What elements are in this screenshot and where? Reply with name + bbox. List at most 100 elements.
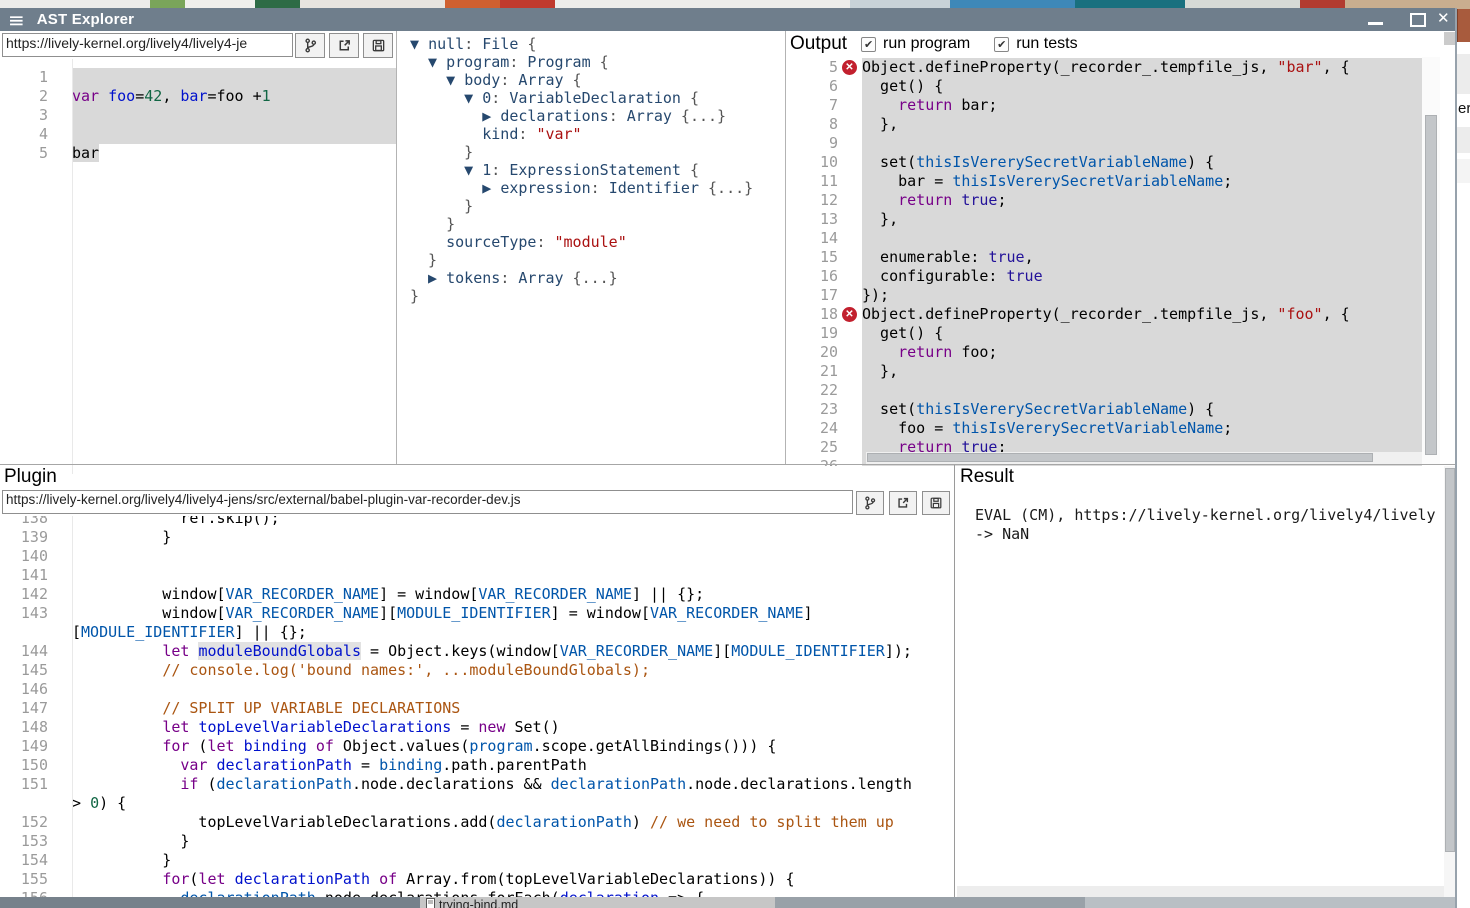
code-row: 141: [0, 566, 954, 585]
run-tests-checkbox[interactable]: [994, 37, 1009, 52]
code-row: 154 }: [0, 851, 954, 870]
gutter-spacer: [838, 153, 862, 172]
line-number: 1: [0, 68, 48, 87]
gutter-spacer: [838, 248, 862, 267]
plugin-url-input[interactable]: https://lively-kernel.org/lively4/lively…: [2, 490, 853, 514]
code-row: ▶ tokens: Array {...}: [410, 269, 785, 287]
run-program-checkbox[interactable]: [861, 37, 876, 52]
plugin-version-graph-button[interactable]: [856, 491, 884, 515]
line-number: 16: [786, 267, 838, 286]
source-version-graph-button[interactable]: [295, 33, 325, 58]
gutter-spacer: [838, 400, 862, 419]
code-row: }: [410, 197, 785, 215]
code-row: 12 return true;: [786, 191, 1422, 210]
line-number: 144: [0, 642, 48, 661]
result-vertical-scrollbar-thumb[interactable]: [1445, 468, 1455, 852]
code-row: 20 return foo;: [786, 343, 1422, 362]
line-number: 142: [0, 585, 48, 604]
code-row: 153 }: [0, 832, 954, 851]
line-number: 139: [0, 528, 48, 547]
source-save-button[interactable]: [363, 33, 393, 58]
gutter-spacer: [838, 419, 862, 438]
code-row: 3: [0, 106, 396, 125]
line-number: 15: [786, 248, 838, 267]
line-number: 6: [786, 77, 838, 96]
line-number: 141: [0, 566, 48, 585]
gutter-spacer: [838, 381, 862, 400]
line-number: 22: [786, 381, 838, 400]
maximize-button[interactable]: [1410, 13, 1426, 27]
output-horizontal-scrollbar[interactable]: [866, 452, 1422, 464]
line-number: 143: [0, 604, 48, 623]
output-vertical-scrollbar[interactable]: [1422, 57, 1440, 465]
code-row: 145 // console.log('bound names:', ...mo…: [0, 661, 954, 680]
code-row: 13 },: [786, 210, 1422, 229]
code-row: }: [410, 287, 785, 305]
plugin-editor[interactable]: 138 ref.skip();139 }140141142 window[VAR…: [0, 516, 954, 897]
gutter-spacer: [838, 96, 862, 115]
code-row: 138 ref.skip();: [0, 516, 954, 528]
branch-icon: [863, 496, 877, 510]
line-number: 24: [786, 419, 838, 438]
plugin-save-button[interactable]: [922, 491, 950, 515]
code-row: }: [410, 143, 785, 161]
line-number: 12: [786, 191, 838, 210]
code-row: 150 var declarationPath = binding.path.p…: [0, 756, 954, 775]
line-number: 152: [0, 813, 48, 832]
line-number: 19: [786, 324, 838, 343]
code-row: 24 foo = thisIsVererySecretVariableName;: [786, 419, 1422, 438]
gutter-spacer: [48, 144, 72, 163]
output-vertical-scrollbar-thumb[interactable]: [1425, 115, 1437, 455]
gutter-spacer: [48, 106, 72, 125]
result-output: EVAL (CM), https://lively-kernel.org/liv…: [975, 506, 1445, 566]
line-number: 11: [786, 172, 838, 191]
taskbar-tab-trying-bind[interactable]: trying-bind.md: [420, 897, 775, 908]
gutter-spacer: [838, 438, 862, 457]
code-row: [MODULE_IDENTIFIER] || {};: [0, 623, 954, 642]
minimize-button[interactable]: [1368, 22, 1383, 25]
plugin-panel-title: Plugin: [4, 466, 57, 488]
titlebar[interactable]: ≡ AST Explorer: [0, 8, 1457, 31]
plugin-open-external-button[interactable]: [889, 491, 917, 515]
hamburger-menu-icon[interactable]: ≡: [8, 10, 25, 30]
gutter-spacer: [48, 718, 72, 737]
source-url-input[interactable]: https://lively-kernel.org/lively4/lively…: [2, 33, 293, 57]
code-row: ▼ 1: ExpressionStatement {: [410, 161, 785, 179]
line-number: 3: [0, 106, 48, 125]
line-number: 4: [0, 125, 48, 144]
output-editor[interactable]: 5Object.defineProperty(_recorder_.tempfi…: [786, 57, 1422, 466]
ast-explorer-window: ≡ AST Explorer https://lively-kernel.org…: [0, 8, 1457, 908]
line-number: 2: [0, 87, 48, 106]
gutter-spacer: [48, 623, 72, 642]
code-row: 5Object.defineProperty(_recorder_.tempfi…: [786, 58, 1422, 77]
code-row: ▶ expression: Identifier {...}: [410, 179, 785, 197]
source-editor[interactable]: 12var foo=42, bar=foo +1345bar: [0, 59, 396, 474]
screen: ≡ AST Explorer https://lively-kernel.org…: [0, 0, 1470, 908]
code-row: 1: [0, 68, 396, 87]
result-horizontal-scrollbar[interactable]: [957, 886, 1444, 897]
source-open-external-button[interactable]: [329, 33, 359, 58]
code-row: > 0) {: [0, 794, 954, 813]
gutter-spacer: [838, 324, 862, 343]
code-row: 151 if (declarationPath.node.declaration…: [0, 775, 954, 794]
code-row: 17});: [786, 286, 1422, 305]
line-number: 138: [0, 516, 48, 528]
divider-top-bottom: [0, 464, 1457, 465]
code-row: kind: "var": [410, 125, 785, 143]
gutter-spacer: [48, 775, 72, 794]
code-row: 23 set(thisIsVererySecretVariableName) {: [786, 400, 1422, 419]
bottom-bar-segment: [775, 897, 1085, 908]
gutter-spacer: [48, 68, 72, 87]
line-number: 5: [786, 58, 838, 77]
line-number: 13: [786, 210, 838, 229]
code-row: 21 },: [786, 362, 1422, 381]
close-button[interactable]: [1437, 9, 1450, 27]
window-title: AST Explorer: [37, 11, 134, 28]
line-number: 25: [786, 438, 838, 457]
gutter-spacer: [838, 134, 862, 153]
line-number: [0, 623, 48, 642]
code-row: 22: [786, 381, 1422, 400]
code-row: 2var foo=42, bar=foo +1: [0, 87, 396, 106]
ast-tree-panel[interactable]: ▼ null: File { ▼ program: Program { ▼ bo…: [397, 31, 785, 465]
output-horizontal-scrollbar-thumb[interactable]: [867, 453, 1373, 462]
